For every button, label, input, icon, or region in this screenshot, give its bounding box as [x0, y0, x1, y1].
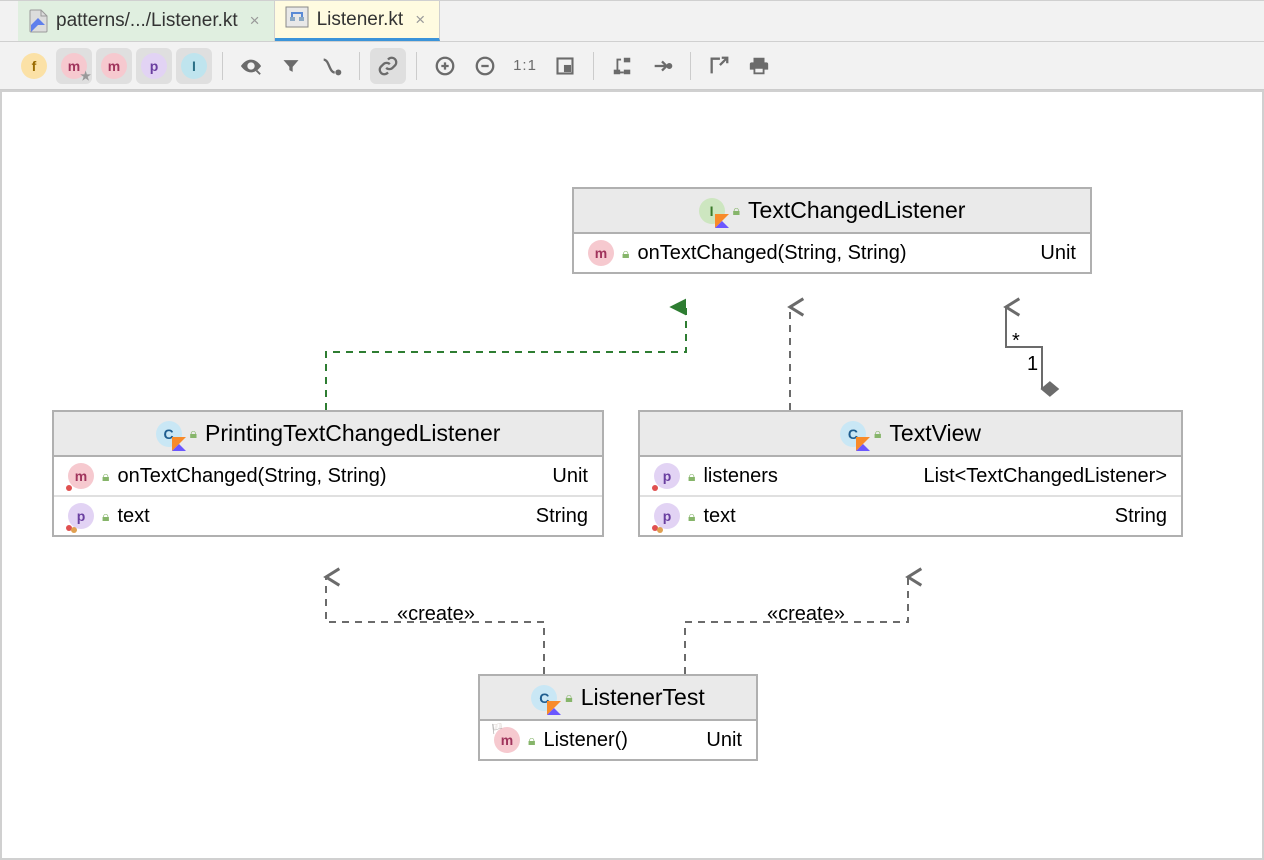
route-edges-button[interactable]	[313, 48, 349, 84]
lock-icon: 🔒︎	[733, 202, 740, 219]
member-row[interactable]: m 🔒︎ onTextChanged(String, String) Unit	[54, 457, 602, 495]
lock-icon: 🔒︎	[688, 468, 695, 485]
class-icon: C	[156, 421, 182, 447]
zoom-in-button[interactable]	[427, 48, 463, 84]
close-icon[interactable]: ×	[411, 10, 429, 30]
method-icon: m	[588, 240, 614, 266]
lock-icon: 🔒︎	[528, 732, 535, 749]
class-name: TextView	[889, 420, 981, 447]
member-type: Unit	[1040, 242, 1076, 265]
lock-icon: 🔒︎	[622, 245, 629, 262]
property-name: text	[117, 505, 511, 528]
diagram-toolbar: f m★ m p I 1:1	[0, 42, 1264, 90]
property-name: listeners	[703, 465, 899, 488]
class-name: TextChangedListener	[748, 197, 965, 224]
diagram-canvas[interactable]: * 1 «create» «create» I 🔒︎ TextChangedLi…	[0, 90, 1264, 860]
layout-button[interactable]	[604, 48, 640, 84]
property-icon: p	[654, 503, 680, 529]
property-icon: p	[68, 503, 94, 529]
close-icon[interactable]: ×	[246, 11, 264, 31]
filter-m-button[interactable]: m	[96, 48, 132, 84]
toolbar-separator	[359, 52, 360, 80]
method-icon: m	[68, 463, 94, 489]
fit-content-button[interactable]	[547, 48, 583, 84]
visibility-button[interactable]	[233, 48, 269, 84]
class-printingtextchangedlistener[interactable]: C 🔒︎ PrintingTextChangedListener m 🔒︎ on…	[52, 410, 604, 537]
filter-dropdown-button[interactable]	[273, 48, 309, 84]
property-name: text	[703, 505, 1090, 528]
kotlin-file-icon	[28, 9, 48, 33]
filter-i-button[interactable]: I	[176, 48, 212, 84]
property-type: String	[1115, 505, 1167, 528]
export-button[interactable]	[701, 48, 737, 84]
member-type: Unit	[552, 465, 588, 488]
toolbar-separator	[416, 52, 417, 80]
filter-p-button[interactable]: p	[136, 48, 172, 84]
toolbar-separator	[593, 52, 594, 80]
tab-diagram-listener[interactable]: Listener.kt ×	[275, 1, 441, 41]
member-row[interactable]: m 🔒︎ onTextChanged(String, String) Unit	[574, 234, 1090, 272]
svg-text:1: 1	[1027, 353, 1038, 375]
property-type: List<TextChangedListener>	[924, 465, 1168, 488]
property-type: String	[536, 505, 588, 528]
filter-f-button[interactable]: f	[16, 48, 52, 84]
filter-m-starred-button[interactable]: m★	[56, 48, 92, 84]
member-name: onTextChanged(String, String)	[117, 465, 528, 488]
zoom-reset-button[interactable]: 1:1	[507, 48, 543, 84]
print-button[interactable]	[741, 48, 777, 84]
method-icon: m🏳️	[494, 727, 520, 753]
lock-icon: 🔒︎	[688, 508, 695, 525]
editor-tabbar: patterns/.../Listener.kt × Listener.kt ×	[0, 0, 1264, 42]
diagram-file-icon	[285, 6, 309, 34]
class-title: I 🔒︎ TextChangedListener	[574, 189, 1090, 234]
class-textchangedlistener[interactable]: I 🔒︎ TextChangedListener m 🔒︎ onTextChan…	[572, 187, 1092, 274]
member-name: Listener()	[543, 729, 682, 752]
link-button[interactable]	[370, 48, 406, 84]
apply-layout-button[interactable]	[644, 48, 680, 84]
svg-text:«create»: «create»	[397, 603, 475, 625]
lock-icon: 🔒︎	[874, 425, 881, 442]
zoom-out-button[interactable]	[467, 48, 503, 84]
lock-icon: 🔒︎	[102, 508, 109, 525]
tab-label: Listener.kt	[317, 9, 404, 31]
lock-icon: 🔒︎	[190, 425, 197, 442]
member-name: onTextChanged(String, String)	[637, 242, 1016, 265]
svg-text:*: *	[1012, 330, 1020, 352]
toolbar-separator	[690, 52, 691, 80]
property-row[interactable]: p 🔒︎ text String	[640, 495, 1181, 535]
interface-icon: I	[699, 198, 725, 224]
tab-label: patterns/.../Listener.kt	[56, 10, 238, 32]
lock-icon: 🔒︎	[102, 468, 109, 485]
member-type: Unit	[706, 729, 742, 752]
class-listenertest[interactable]: C 🔒︎ ListenerTest m🏳️ 🔒︎ Listener() Unit	[478, 674, 758, 761]
class-icon: C	[840, 421, 866, 447]
class-name: ListenerTest	[581, 684, 705, 711]
class-title: C 🔒︎ ListenerTest	[480, 676, 756, 721]
lock-icon: 🔒︎	[565, 689, 572, 706]
tab-patterns-listener[interactable]: patterns/.../Listener.kt ×	[18, 1, 275, 41]
class-title: C 🔒︎ PrintingTextChangedListener	[54, 412, 602, 457]
svg-text:«create»: «create»	[767, 603, 845, 625]
property-icon: p	[654, 463, 680, 489]
toolbar-separator	[222, 52, 223, 80]
class-icon: C	[531, 685, 557, 711]
class-textview[interactable]: C 🔒︎ TextView p 🔒︎ listeners List<TextCh…	[638, 410, 1183, 537]
property-row[interactable]: p 🔒︎ listeners List<TextChangedListener>	[640, 457, 1181, 495]
property-row[interactable]: p 🔒︎ text String	[54, 495, 602, 535]
class-title: C 🔒︎ TextView	[640, 412, 1181, 457]
class-name: PrintingTextChangedListener	[205, 420, 500, 447]
member-row[interactable]: m🏳️ 🔒︎ Listener() Unit	[480, 721, 756, 759]
